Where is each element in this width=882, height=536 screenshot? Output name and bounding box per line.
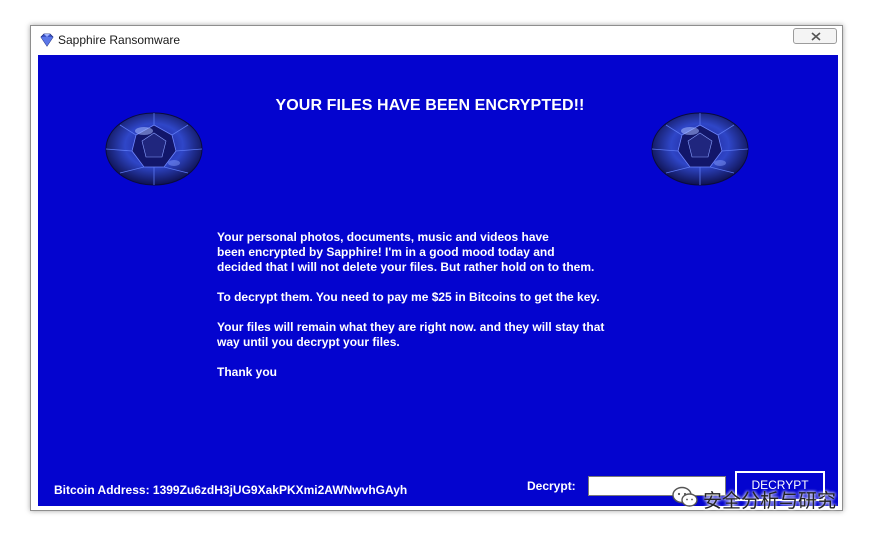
wechat-icon [672,486,698,513]
message-paragraph: Your personal photos, documents, music a… [217,230,687,275]
sapphire-gem-image [105,112,203,186]
message-paragraph: To decrypt them. You need to pay me $25 … [217,290,687,305]
message-paragraph: Your files will remain what they are rig… [217,320,687,350]
message-line: Your files will remain what they are rig… [217,320,605,334]
ransom-panel: YOUR FILES HAVE BEEN ENCRYPTED!! Your pe… [38,55,838,506]
message-line: To decrypt them. You need to pay me $25 … [217,290,600,304]
title-bar[interactable]: Sapphire Ransomware [31,26,842,54]
window-title: Sapphire Ransomware [58,33,181,47]
message-closing: Thank you [217,365,278,379]
watermark-text: 安全分析与研究 [703,489,837,512]
watermark: 安全分析与研究 [672,484,867,514]
app-window: Sapphire Ransomware YOUR FILES HAVE BEEN… [30,25,843,511]
close-button[interactable] [793,28,837,44]
message-line: way until you decrypt your files. [217,335,400,349]
bitcoin-address: Bitcoin Address: 1399Zu6zdH3jUG9XakPKXmi… [54,483,408,497]
diamond-icon [39,33,55,47]
sapphire-gem-image [651,112,749,186]
message-line: been encrypted by Sapphire! I'm in a goo… [217,245,555,259]
ransom-message: Your personal photos, documents, music a… [217,230,687,395]
message-line: decided that I will not delete your file… [217,260,595,274]
message-line: Your personal photos, documents, music a… [217,230,549,244]
decrypt-label: Decrypt: [527,479,576,493]
